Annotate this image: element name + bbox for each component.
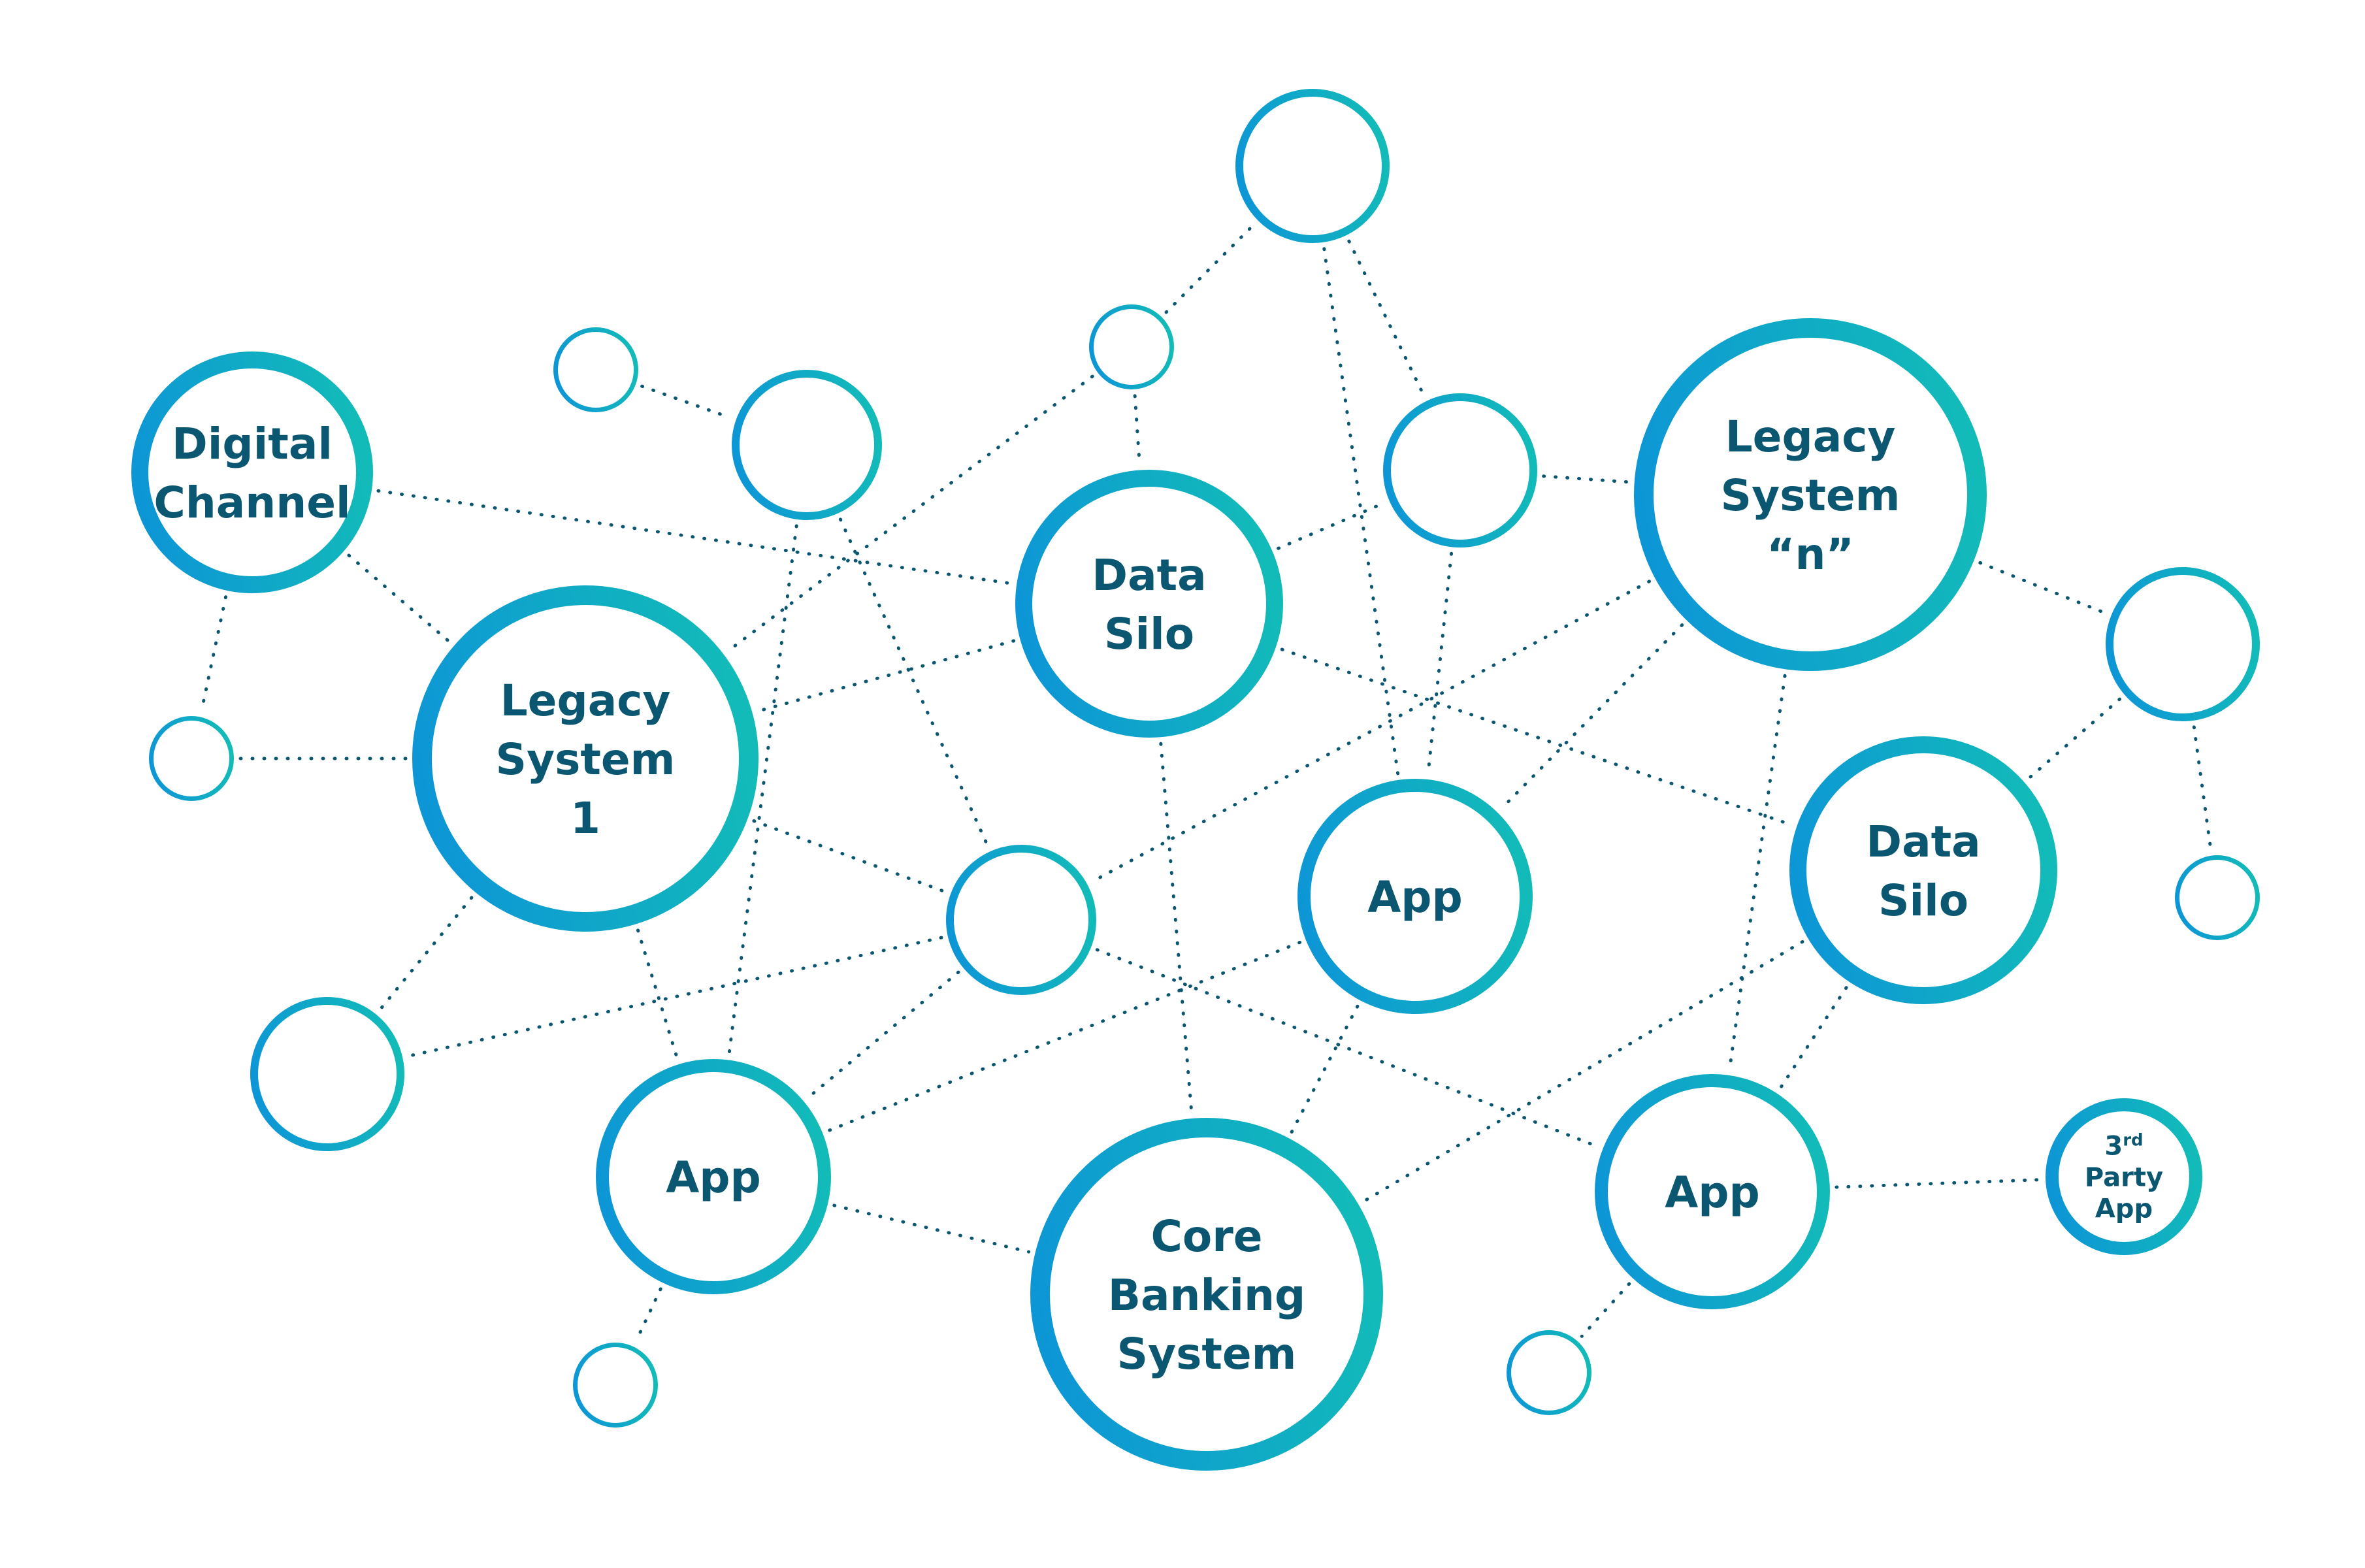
node-empty-6[interactable]: [2106, 567, 2260, 721]
node-label-line: App: [1367, 872, 1463, 923]
node-app-right[interactable]: App: [1595, 1074, 1830, 1309]
node-third-party-app[interactable]: 3rd PartyApp: [2046, 1098, 2202, 1255]
edge-legacy-system-1-to-app-left: [636, 928, 679, 1060]
node-app-center[interactable]: App: [1297, 779, 1533, 1014]
node-ring: [1235, 89, 1390, 243]
node-label-line: Digital: [172, 419, 333, 469]
node-empty-7[interactable]: [149, 716, 234, 801]
node-label-line: Data: [1866, 817, 1980, 867]
node-legacy-system-1[interactable]: Legacy System 1: [412, 585, 758, 932]
node-ring: [1015, 470, 1283, 738]
edge-empty-8-to-empty-10: [407, 936, 943, 1058]
node-label-line: System: [1721, 470, 1900, 521]
edge-app-right-to-third-party-app: [1835, 1178, 2041, 1189]
edge-data-silo-2-to-app-right: [1778, 986, 1848, 1090]
edge-app-center-to-core-banking-system: [1290, 1004, 1360, 1134]
node-label-line: System: [496, 734, 676, 785]
node-label-line: System: [1117, 1329, 1297, 1379]
node-label-line: Channel: [154, 478, 350, 528]
node-ring: [1089, 304, 1174, 389]
edge-empty-3-to-data-silo-1: [1133, 394, 1141, 466]
edge-app-left-to-empty-11: [634, 1287, 662, 1343]
edge-empty-4-to-app-center: [1322, 247, 1400, 776]
node-legacy-system-n[interactable]: Legacy System “n”: [1634, 318, 1987, 671]
node-ring: [250, 997, 404, 1151]
node-ring: [2106, 567, 2260, 721]
node-label-line: Data: [1092, 550, 1206, 600]
node-label-line: Legacy: [1725, 412, 1896, 462]
node-ring: [1383, 393, 1537, 547]
edge-legacy-system-n-to-empty-6: [1978, 561, 2107, 615]
node-ring: [1789, 736, 2057, 1004]
node-data-silo-1[interactable]: Data Silo: [1015, 470, 1283, 738]
node-label-line: Banking: [1108, 1270, 1306, 1320]
node-label-line: Legacy: [500, 676, 671, 726]
node-label-line: Silo: [1878, 875, 1968, 926]
node-label-line: App: [666, 1152, 761, 1203]
edge-empty-4-to-empty-5: [1347, 239, 1426, 397]
node-ring: [2175, 855, 2260, 940]
node-ring: [553, 327, 638, 412]
edge-empty-1-to-empty-2: [640, 384, 732, 419]
node-label-line: 1: [570, 793, 600, 843]
node-app-left[interactable]: App: [596, 1059, 831, 1294]
node-core-banking-system[interactable]: Core Banking System: [1030, 1118, 1383, 1471]
edge-digital-channel-to-legacy-system-1: [347, 553, 451, 644]
edge-empty-6-to-data-silo-2: [2027, 697, 2122, 780]
node-label-line: “n”: [1767, 529, 1854, 580]
edge-empty-5-to-app-center: [1426, 551, 1454, 775]
node-ring: [149, 716, 234, 801]
node-ring: [131, 351, 373, 593]
node-empty-9[interactable]: [2175, 855, 2260, 940]
system-nodes: DigitalChannelDataSiloLegacySystem“n”Leg…: [131, 89, 2260, 1471]
node-label-line: Core: [1150, 1211, 1262, 1262]
node-label-line: App: [1665, 1168, 1760, 1218]
edge-legacy-system-1-to-empty-10: [378, 896, 474, 1011]
node-empty-3[interactable]: [1089, 304, 1174, 389]
node-ring: [732, 370, 882, 520]
node-empty-2[interactable]: [732, 370, 882, 520]
node-empty-11[interactable]: [573, 1343, 658, 1428]
node-label-line: Party: [2085, 1162, 2163, 1192]
edge-data-silo-1-to-empty-5: [1277, 501, 1385, 550]
edge-empty-5-to-legacy-system-n: [1542, 474, 1630, 484]
node-empty-1[interactable]: [553, 327, 638, 412]
node-ring: [573, 1343, 658, 1428]
edge-empty-6-to-empty-9: [2192, 725, 2213, 851]
node-label-line: Silo: [1104, 609, 1194, 659]
ordinal-suffix: rd: [2123, 1130, 2143, 1150]
node-empty-5[interactable]: [1383, 393, 1537, 547]
edge-app-right-to-empty-12: [1580, 1282, 1631, 1338]
edge-legacy-system-n-to-app-center: [1500, 623, 1684, 810]
edge-legacy-system-n-to-app-right: [1727, 674, 1787, 1071]
node-label-line: App: [2095, 1194, 2153, 1224]
node-empty-10[interactable]: [250, 997, 404, 1151]
node-ring: [946, 845, 1096, 995]
edge-empty-8-to-app-left: [807, 970, 960, 1099]
edge-empty-3-to-empty-4: [1164, 223, 1255, 314]
edge-data-silo-1-to-core-banking-system: [1159, 742, 1194, 1114]
node-digital-channel[interactable]: Digital Channel: [131, 351, 373, 593]
edge-app-left-to-core-banking-system: [832, 1203, 1031, 1254]
node-data-silo-2[interactable]: Data Silo: [1789, 736, 2057, 1004]
node-empty-4[interactable]: [1235, 89, 1390, 243]
node-empty-8[interactable]: [946, 845, 1096, 995]
edge-digital-channel-to-data-silo-1: [376, 489, 1012, 585]
edge-digital-channel-to-empty-7: [200, 595, 227, 713]
network-diagram: DigitalChannelDataSiloLegacySystem“n”Leg…: [131, 89, 2260, 1471]
edge-legacy-system-1-to-empty-8: [752, 819, 947, 894]
edge-data-silo-1-to-legacy-system-1: [757, 639, 1016, 713]
node-empty-12[interactable]: [1507, 1330, 1591, 1415]
ordinal-number: 3: [2104, 1131, 2123, 1161]
node-ring: [1507, 1330, 1591, 1415]
